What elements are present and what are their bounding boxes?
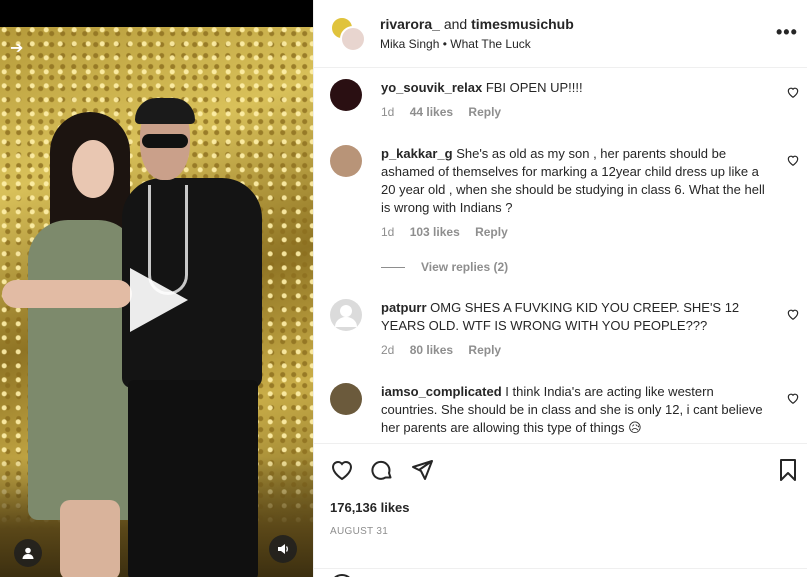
user-icon[interactable]: [14, 539, 42, 567]
and-text: and: [443, 16, 468, 32]
play-icon[interactable]: [130, 268, 188, 332]
post-date: AUGUST 31: [330, 526, 389, 537]
share-icon[interactable]: [410, 458, 434, 482]
video-pane[interactable]: ➔: [0, 0, 313, 577]
comment-time[interactable]: 1d: [381, 225, 394, 239]
sound-icon[interactable]: [269, 535, 297, 563]
person-right-glasses: [142, 134, 188, 148]
avatar[interactable]: [330, 383, 362, 415]
comment-item: iamso_complicated I think India's are ac…: [330, 383, 800, 443]
reply-button[interactable]: Reply: [468, 343, 501, 357]
heart-icon[interactable]: [786, 153, 800, 167]
person-right-pants: [128, 380, 258, 577]
comment-item: patpurr OMG SHES A FUVKING KID YOU CREEP…: [330, 299, 800, 365]
comment-item: yo_souvik_relax FBI OPEN UP!!!! 1d 44 li…: [330, 79, 800, 129]
person-right-cap: [135, 98, 195, 124]
comment-meta: 2d 80 likes Reply: [381, 343, 513, 357]
avatar[interactable]: [330, 79, 362, 111]
comment-username[interactable]: patpurr: [381, 300, 427, 315]
music-info[interactable]: Mika Singh • What The Luck: [380, 37, 531, 51]
avatar[interactable]: [340, 26, 366, 52]
heart-icon[interactable]: [786, 391, 800, 405]
instagram-post-view: ➔ rivarora_ and timesmusichub Mika Singh…: [0, 0, 807, 577]
comment-body: OMG SHES A FUVKING KID YOU CREEP. SHE'S …: [381, 300, 740, 333]
comment-icon[interactable]: [370, 458, 394, 482]
reply-button[interactable]: Reply: [475, 225, 508, 239]
comment-likes[interactable]: 44 likes: [410, 105, 453, 119]
like-heart-icon[interactable]: [330, 458, 354, 482]
comment-item: p_kakkar_g She's as old as my son , her …: [330, 145, 800, 275]
heart-icon[interactable]: [786, 85, 800, 99]
view-replies-label[interactable]: View replies (2): [421, 260, 508, 274]
music-title[interactable]: What The Luck: [450, 37, 530, 51]
comment-username[interactable]: p_kakkar_g: [381, 146, 453, 161]
post-header: rivarora_ and timesmusichub Mika Singh •…: [314, 0, 807, 68]
post-authors: rivarora_ and timesmusichub: [380, 16, 574, 32]
comment-meta: 1d 44 likes Reply: [381, 105, 513, 119]
author-avatars[interactable]: [330, 16, 366, 52]
author-link[interactable]: timesmusichub: [471, 16, 574, 32]
avatar[interactable]: [330, 299, 362, 331]
person-left-arm: [2, 280, 132, 308]
comments-list[interactable]: yo_souvik_relax FBI OPEN UP!!!! 1d 44 li…: [314, 69, 807, 443]
comment-text: yo_souvik_relax FBI OPEN UP!!!!: [381, 79, 773, 97]
arrow-icon: ➔: [10, 40, 24, 57]
add-comment-bar[interactable]: [314, 568, 807, 577]
comment-username[interactable]: iamso_complicated: [381, 384, 502, 399]
comment-body: FBI OPEN UP!!!!: [485, 80, 583, 95]
likes-count[interactable]: 176,136 likes: [330, 500, 410, 515]
comment-meta: 1d 103 likes Reply: [381, 225, 520, 239]
avatar[interactable]: [330, 145, 362, 177]
author-link[interactable]: rivarora_: [380, 16, 440, 32]
comment-likes[interactable]: 103 likes: [410, 225, 460, 239]
post-panel: rivarora_ and timesmusichub Mika Singh •…: [313, 0, 807, 577]
view-replies-button[interactable]: View replies (2): [381, 260, 508, 274]
comment-text: p_kakkar_g She's as old as my son , her …: [381, 145, 773, 217]
heart-icon[interactable]: [786, 307, 800, 321]
person-left-face: [72, 140, 114, 198]
comment-likes[interactable]: 80 likes: [410, 343, 453, 357]
comment-time[interactable]: 1d: [381, 105, 394, 119]
more-options-icon[interactable]: •••: [776, 22, 798, 43]
bookmark-icon[interactable]: [776, 458, 800, 482]
comment-username[interactable]: yo_souvik_relax: [381, 80, 482, 95]
video-top-bar: [0, 0, 313, 27]
reply-button[interactable]: Reply: [468, 105, 501, 119]
music-separator: •: [442, 37, 447, 51]
person-left-legs: [60, 500, 120, 577]
comment-text: patpurr OMG SHES A FUVKING KID YOU CREEP…: [381, 299, 773, 335]
default-avatar-icon: [335, 305, 357, 327]
music-artist[interactable]: Mika Singh: [380, 37, 439, 51]
divider-line: [381, 267, 405, 269]
post-actions: 176,136 likes AUGUST 31: [314, 443, 807, 577]
comment-text: iamso_complicated I think India's are ac…: [381, 383, 773, 437]
comment-time[interactable]: 2d: [381, 343, 394, 357]
